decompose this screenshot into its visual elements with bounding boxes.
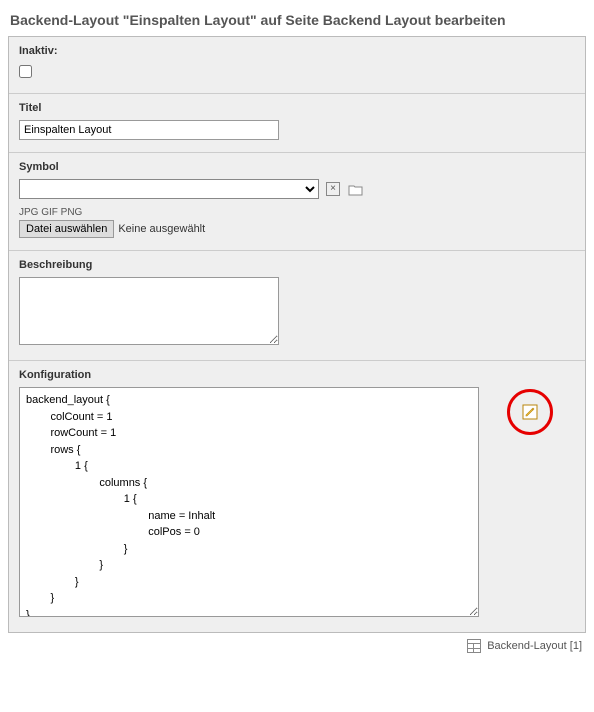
symbol-select[interactable] — [19, 179, 319, 199]
clear-symbol-button[interactable]: × — [325, 181, 341, 197]
section-title: Titel — [9, 94, 585, 153]
section-description: Beschreibung — [9, 251, 585, 361]
config-textarea[interactable]: backend_layout { colCount = 1 rowCount =… — [19, 387, 479, 617]
inactive-checkbox[interactable] — [19, 65, 32, 78]
description-textarea[interactable] — [19, 277, 279, 345]
form-panel: Inaktiv: Titel Symbol × JPG GIF PNG — [8, 36, 586, 633]
allowed-extensions: JPG GIF PNG — [19, 207, 575, 218]
symbol-label: Symbol — [19, 161, 575, 173]
browse-folder-button[interactable] — [347, 181, 363, 197]
footer-count: [1] — [570, 640, 582, 652]
folder-icon — [348, 183, 363, 196]
highlight-circle — [507, 389, 553, 435]
section-inactive: Inaktiv: — [9, 37, 585, 94]
title-input[interactable] — [19, 120, 279, 140]
footer: Backend-Layout [1] — [8, 633, 586, 655]
footer-label: Backend-Layout — [487, 640, 567, 652]
backend-layout-icon — [467, 639, 481, 653]
choose-file-button[interactable]: Datei auswählen — [19, 220, 114, 238]
file-status: Keine ausgewählt — [118, 223, 205, 235]
wizard-edit-icon — [522, 404, 538, 420]
config-label: Konfiguration — [19, 369, 575, 381]
section-config: Konfiguration backend_layout { colCount … — [9, 361, 585, 632]
layout-wizard-button[interactable] — [522, 404, 538, 420]
title-label: Titel — [19, 102, 575, 114]
x-icon: × — [326, 182, 340, 196]
page-title: Backend-Layout "Einspalten Layout" auf S… — [8, 8, 586, 36]
inactive-label: Inaktiv: — [19, 45, 575, 57]
description-label: Beschreibung — [19, 259, 575, 271]
section-symbol: Symbol × JPG GIF PNG Datei auswählen Kei… — [9, 153, 585, 251]
